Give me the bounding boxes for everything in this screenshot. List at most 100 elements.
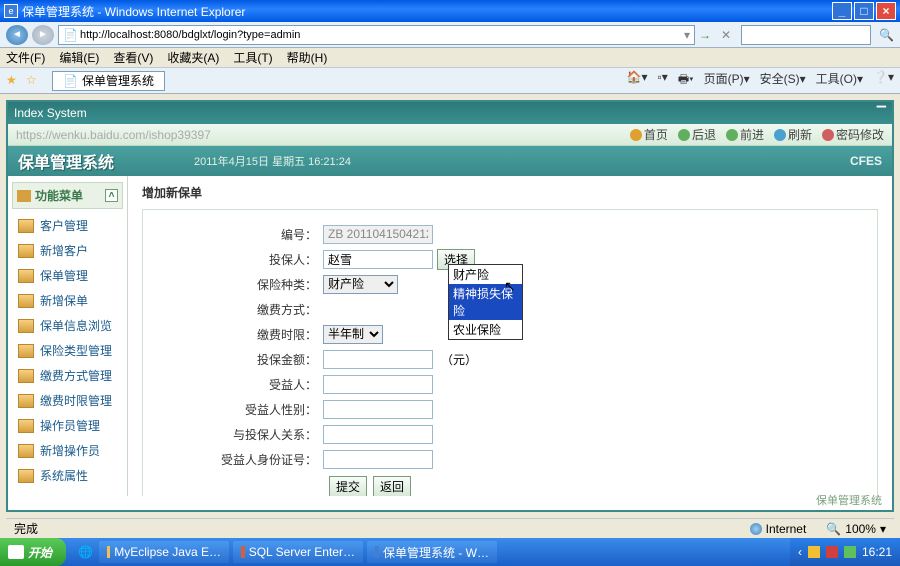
- label-holder: 投保人：: [143, 251, 323, 268]
- sidebar-item-operator-mgmt[interactable]: 操作员管理: [12, 413, 123, 438]
- system-tray[interactable]: ‹ 16:21: [790, 538, 900, 566]
- label-benef: 受益人：: [143, 376, 323, 393]
- tool-safety[interactable]: 安全(S)▾: [760, 70, 806, 91]
- start-button[interactable]: 开始: [0, 538, 66, 566]
- browser-tab[interactable]: 📄 保单管理系统: [52, 71, 165, 91]
- input-holder[interactable]: [323, 250, 433, 269]
- link-back[interactable]: 后退: [678, 126, 716, 143]
- label-type: 保险种类：: [143, 276, 323, 293]
- sidebar-item-new-operator[interactable]: 新增操作员: [12, 438, 123, 463]
- app-icon: [107, 546, 110, 558]
- label-idno: 受益人身份证号：: [143, 451, 323, 468]
- window-titlebar: e 保单管理系统 - Windows Internet Explorer _ □…: [0, 0, 900, 22]
- dropdown-option[interactable]: 财产险: [449, 265, 522, 284]
- forward-button[interactable]: ►: [32, 25, 54, 45]
- back-button-form[interactable]: 返回: [373, 476, 411, 496]
- tray-icon[interactable]: [844, 546, 856, 558]
- label-amount: 投保金额：: [143, 351, 323, 368]
- sidebar-item-new-policy[interactable]: 新增保单: [12, 288, 123, 313]
- favorites-icon[interactable]: ★: [6, 73, 22, 89]
- tool-home-icon[interactable]: 🏠▾: [627, 70, 648, 91]
- select-type[interactable]: 财产险: [323, 275, 398, 294]
- globe-icon: [750, 523, 762, 535]
- tool-tools[interactable]: 工具(O)▾: [816, 70, 863, 91]
- label-sex: 受益人性别：: [143, 401, 323, 418]
- menu-view[interactable]: 查看(V): [113, 49, 153, 66]
- task-sqlserver[interactable]: SQL Server Enter…: [233, 541, 363, 563]
- sidebar-item-policy-browse[interactable]: 保单信息浏览: [12, 313, 123, 338]
- watermark: https://wenku.baidu.com/ishop39397: [16, 128, 211, 142]
- address-bar[interactable]: 📄 ▾: [58, 25, 695, 45]
- folder-icon: [18, 344, 34, 358]
- browser-tabstrip: ★ ☆ 📄 保单管理系统 🏠▾ ▫▾ 🖶▾ 页面(P)▾ 安全(S)▾ 工具(O…: [0, 68, 900, 94]
- url-input[interactable]: [80, 29, 684, 41]
- tray-expand-icon[interactable]: ‹: [798, 545, 802, 559]
- close-button[interactable]: ×: [876, 2, 896, 20]
- task-ie[interactable]: 保单管理系统 - W…: [367, 541, 497, 563]
- dropdown-option[interactable]: 农业保险: [449, 320, 522, 339]
- app-min-icon[interactable]: ▔: [877, 106, 886, 120]
- submit-button[interactable]: 提交: [329, 476, 367, 496]
- input-benef[interactable]: [323, 375, 433, 394]
- input-sex[interactable]: [323, 400, 433, 419]
- sidebar-item-new-customer[interactable]: 新增客户: [12, 238, 123, 263]
- quicklaunch-icon[interactable]: 🌐: [78, 545, 93, 559]
- search-button[interactable]: 🔍: [879, 28, 894, 42]
- tool-print-icon[interactable]: 🖶▾: [678, 70, 694, 91]
- link-refresh[interactable]: 刷新: [774, 126, 812, 143]
- sidebar: 功能菜单 ˄ 客户管理 新增客户 保单管理 新增保单 保单信息浏览 保险类型管理…: [8, 176, 128, 496]
- menu-edit[interactable]: 编辑(E): [59, 49, 99, 66]
- zoom-control[interactable]: 🔍 100% ▾: [826, 522, 886, 536]
- security-zone[interactable]: Internet: [750, 522, 807, 536]
- dropdown-option-selected[interactable]: 精神损失保险: [449, 284, 522, 320]
- maximize-button[interactable]: □: [854, 2, 874, 20]
- unit-yuan: （元）: [441, 351, 477, 368]
- tray-icon[interactable]: [826, 546, 838, 558]
- tool-page[interactable]: 页面(P)▾: [704, 70, 750, 91]
- sidebar-item-paytime-mgmt[interactable]: 缴费时限管理: [12, 388, 123, 413]
- dropdown-icon[interactable]: ▾: [684, 28, 690, 42]
- windows-logo-icon: [8, 545, 24, 559]
- link-forward[interactable]: 前进: [726, 126, 764, 143]
- tool-feeds-icon[interactable]: ▫▾: [658, 70, 668, 91]
- sidebar-item-customer-mgmt[interactable]: 客户管理: [12, 213, 123, 238]
- window-title: 保单管理系统 - Windows Internet Explorer: [22, 3, 832, 20]
- sidebar-item-paymode-mgmt[interactable]: 缴费方式管理: [12, 363, 123, 388]
- sidebar-item-sys-props[interactable]: 系统属性: [12, 463, 123, 488]
- menu-icon: [17, 190, 31, 202]
- link-home[interactable]: 首页: [630, 126, 668, 143]
- link-password[interactable]: 密码修改: [822, 126, 884, 143]
- folder-icon: [18, 469, 34, 483]
- menu-tools[interactable]: 工具(T): [233, 49, 272, 66]
- app-icon: [241, 546, 245, 558]
- go-button[interactable]: →: [699, 28, 711, 42]
- menu-file[interactable]: 文件(F): [6, 49, 45, 66]
- select-paytime[interactable]: 半年制: [323, 325, 383, 344]
- task-myeclipse[interactable]: MyEclipse Java E…: [99, 541, 229, 563]
- windows-taskbar: 开始 🌐 MyEclipse Java E… SQL Server Enter……: [0, 538, 900, 566]
- app-frame: Index System ▔ https://wenku.baidu.com/i…: [6, 100, 894, 512]
- minimize-button[interactable]: _: [832, 2, 852, 20]
- app-header-text: Index System: [14, 106, 87, 120]
- tray-clock: 16:21: [862, 545, 892, 559]
- page-title: 增加新保单: [142, 184, 878, 201]
- main-panel: 增加新保单 编号： 投保人：选择 保险种类：财产险 缴费方式： 缴费时限：半年制…: [128, 176, 892, 496]
- menu-favorites[interactable]: 收藏夹(A): [167, 49, 219, 66]
- menu-help[interactable]: 帮助(H): [287, 49, 328, 66]
- sidebar-toggle[interactable]: ˄: [105, 189, 118, 202]
- status-text: 完成: [14, 520, 38, 537]
- stop-button[interactable]: ✕: [721, 28, 731, 42]
- sidebar-item-policy-mgmt[interactable]: 保单管理: [12, 263, 123, 288]
- tray-icon[interactable]: [808, 546, 820, 558]
- folder-icon: [18, 244, 34, 258]
- input-rel[interactable]: [323, 425, 433, 444]
- back-button[interactable]: ◄: [6, 25, 28, 45]
- sidebar-item-ins-type-mgmt[interactable]: 保险类型管理: [12, 338, 123, 363]
- search-box[interactable]: [741, 25, 871, 45]
- tool-help-icon[interactable]: ❔▾: [873, 70, 894, 91]
- type-dropdown-list[interactable]: 财产险 精神损失保险 农业保险: [448, 264, 523, 340]
- input-idno[interactable]: [323, 450, 433, 469]
- add-favorite-icon[interactable]: ☆: [26, 73, 42, 89]
- app-banner: 保单管理系统 2011年4月15日 星期五 16:21:24 CFES: [8, 146, 892, 176]
- input-amount[interactable]: [323, 350, 433, 369]
